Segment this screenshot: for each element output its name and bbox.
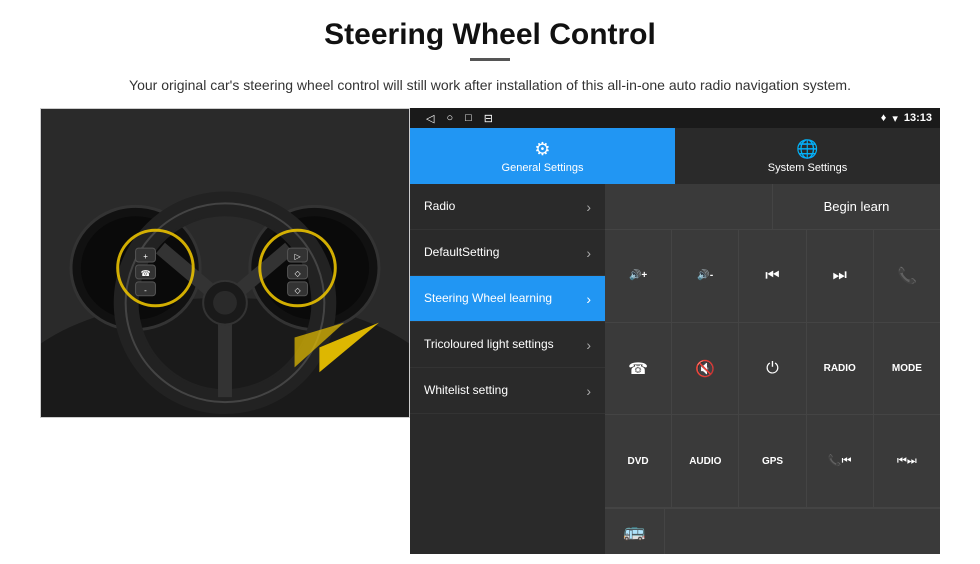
dvd-button[interactable]: DVD (605, 415, 672, 507)
svg-text:+: + (143, 252, 148, 261)
bus-icon-button[interactable]: 🚌 (605, 509, 665, 554)
subtitle: Your original car's steering wheel contr… (129, 75, 851, 96)
controls-row-2: ☎ 🔇 ⏻ RADIO MODE (605, 323, 940, 416)
content-area: 120 (40, 108, 940, 554)
tab-system-label: System Settings (768, 162, 847, 174)
status-bar: ◁ ○ □ ⊟ ♦ ▾ 13:13 (410, 108, 940, 128)
chevron-icon-tricoloured: › (586, 337, 591, 353)
control-panel: Begin learn 🔊+ 🔊- ⏮ (605, 184, 940, 554)
title-divider (470, 58, 510, 61)
device-screen: ◁ ○ □ ⊟ ♦ ▾ 13:13 ⚙ General Settings 🌐 S… (410, 108, 940, 554)
menu-item-whitelist-label: Whitelist setting (424, 383, 508, 399)
call-button[interactable]: 📞 (874, 230, 940, 322)
next-track-icon: ⏭ (833, 267, 847, 285)
tab-general-settings[interactable]: ⚙ General Settings (410, 128, 675, 184)
system-settings-icon: 🌐 (796, 139, 818, 160)
tab-general-label: General Settings (502, 162, 584, 174)
vol-down-icon: 🔊- (697, 270, 713, 281)
menu-item-defaultsetting[interactable]: DefaultSetting › (410, 230, 605, 276)
svg-text:▷: ▷ (294, 252, 301, 261)
mode-button[interactable]: MODE (874, 323, 940, 415)
page-title: Steering Wheel Control (324, 18, 656, 52)
tab-bar: ⚙ General Settings 🌐 System Settings (410, 128, 940, 184)
mute-button[interactable]: 🔇 (672, 323, 739, 415)
home-icon[interactable]: ○ (446, 112, 453, 125)
call-prev-button[interactable]: 📞⏮ (807, 415, 874, 507)
answer-call-icon: ☎ (628, 359, 648, 379)
begin-learn-button[interactable]: Begin learn (773, 184, 940, 229)
prev-track-icon: ⏮ (765, 267, 779, 285)
power-button[interactable]: ⏻ (739, 323, 806, 415)
svg-text:☎: ☎ (141, 269, 151, 278)
vol-up-button[interactable]: 🔊+ (605, 230, 672, 322)
mode-label: MODE (892, 363, 922, 374)
page-container: Steering Wheel Control Your original car… (0, 0, 980, 564)
radio-button[interactable]: RADIO (807, 323, 874, 415)
chevron-icon-whitelist: › (586, 383, 591, 399)
radio-label: RADIO (824, 363, 856, 374)
general-settings-icon: ⚙ (534, 139, 550, 160)
menu-item-tricoloured-label: Tricoloured light settings (424, 337, 554, 353)
call-icon: 📞 (897, 266, 917, 286)
svg-text:-: - (144, 286, 147, 295)
bus-icon-row: 🚌 (605, 508, 940, 554)
prev-next-icon: ⏮⏭ (897, 455, 917, 468)
status-bar-nav: ◁ ○ □ ⊟ (426, 112, 493, 125)
menu-item-steering-label: Steering Wheel learning (424, 291, 552, 307)
menu-item-radio-label: Radio (424, 199, 455, 215)
power-icon: ⏻ (766, 360, 779, 378)
menu-item-default-label: DefaultSetting (424, 245, 499, 261)
chevron-icon-radio: › (586, 199, 591, 215)
prev-track-button[interactable]: ⏮ (739, 230, 806, 322)
recents-icon[interactable]: □ (465, 112, 472, 125)
prev-next-button[interactable]: ⏮⏭ (874, 415, 940, 507)
gps-button[interactable]: GPS (739, 415, 806, 507)
radio-empty-area (605, 184, 773, 229)
vol-up-icon: 🔊+ (629, 270, 647, 281)
tab-system-settings[interactable]: 🌐 System Settings (675, 128, 940, 184)
mute-icon: 🔇 (695, 359, 715, 379)
radio-row: Begin learn (605, 184, 940, 230)
controls-row-3: DVD AUDIO GPS 📞⏮ ⏮⏭ (605, 415, 940, 508)
signal-icon: ▾ (892, 112, 898, 125)
call-prev-icon: 📞⏮ (828, 454, 852, 468)
menu-panel: Radio › DefaultSetting › Steering Wheel … (410, 184, 605, 554)
steering-wheel-image: 120 (40, 108, 410, 418)
audio-label: AUDIO (689, 456, 721, 467)
title-section: Steering Wheel Control (324, 18, 656, 67)
controls-row-1: 🔊+ 🔊- ⏮ ⏭ 📞 (605, 230, 940, 323)
menu-item-steering-wheel[interactable]: Steering Wheel learning › (410, 276, 605, 322)
answer-call-button[interactable]: ☎ (605, 323, 672, 415)
menu-item-whitelist[interactable]: Whitelist setting › (410, 368, 605, 414)
back-icon[interactable]: ◁ (426, 112, 434, 125)
audio-button[interactable]: AUDIO (672, 415, 739, 507)
svg-text:◇: ◇ (294, 286, 301, 295)
clock: 13:13 (904, 112, 932, 124)
menu-item-radio[interactable]: Radio › (410, 184, 605, 230)
gps-label: GPS (762, 456, 783, 467)
svg-text:◇: ◇ (294, 269, 301, 278)
next-track-button[interactable]: ⏭ (807, 230, 874, 322)
chevron-icon-steering: › (586, 291, 591, 307)
dvd-label: DVD (628, 456, 649, 467)
menu-icon[interactable]: ⊟ (484, 112, 493, 125)
device-main: Radio › DefaultSetting › Steering Wheel … (410, 184, 940, 554)
bus-icon: 🚌 (623, 521, 645, 542)
location-icon: ♦ (881, 112, 887, 124)
menu-item-tricoloured[interactable]: Tricoloured light settings › (410, 322, 605, 368)
vol-down-button[interactable]: 🔊- (672, 230, 739, 322)
chevron-icon-default: › (586, 245, 591, 261)
